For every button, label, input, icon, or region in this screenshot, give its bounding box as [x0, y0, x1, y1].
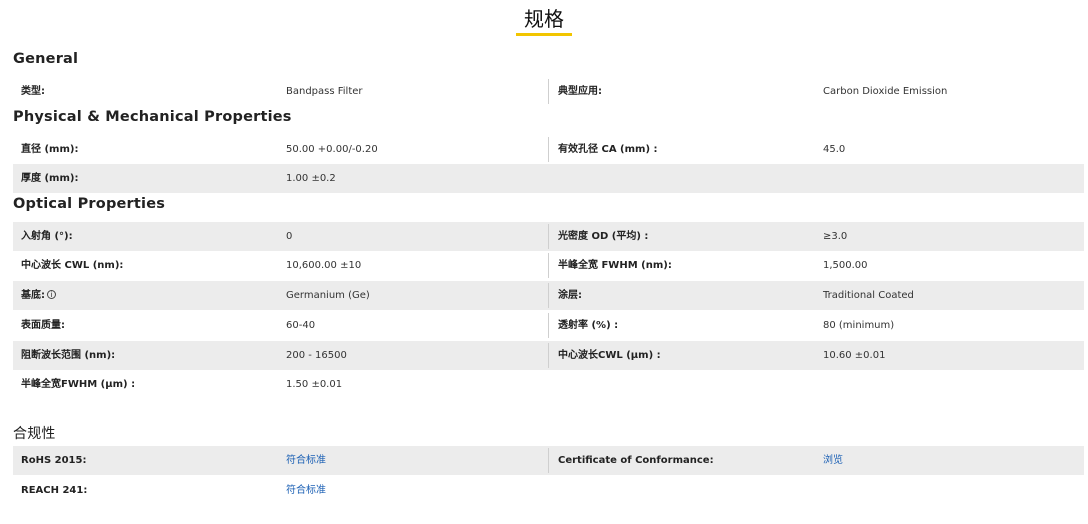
column-divider: [548, 79, 549, 104]
title-underline: [516, 33, 572, 36]
spec-row: RoHS 2015: 符合标准 Certificate of Conforman…: [13, 446, 1084, 475]
spec-label: REACH 241:: [21, 485, 88, 496]
spec-label: 半峰全宽FWHM (μm) :: [21, 379, 136, 390]
column-divider: [548, 448, 549, 473]
spec-label: Certificate of Conformance:: [558, 455, 714, 466]
spec-value: 10,600.00 ±10: [286, 260, 362, 271]
spec-row: 表面质量: 60-40 透射率 (%) : 80 (minimum): [13, 311, 1084, 340]
spec-row: 直径 (mm): 50.00 +0.00/-0.20 有效孔径 CA (mm) …: [13, 135, 1084, 164]
info-icon[interactable]: i: [47, 290, 56, 299]
spec-value: Traditional Coated: [823, 290, 914, 301]
spec-label: 厚度 (mm):: [21, 173, 79, 184]
spec-label: 表面质量:: [21, 320, 65, 331]
spec-row: 半峰全宽FWHM (μm) : 1.50 ±0.01: [13, 370, 1084, 399]
spec-value: 50.00 +0.00/-0.20: [286, 144, 378, 155]
spec-value: Carbon Dioxide Emission: [823, 86, 948, 97]
column-divider: [548, 313, 549, 338]
spec-value: 1,500.00: [823, 260, 868, 271]
spec-row: 厚度 (mm): 1.00 ±0.2: [13, 164, 1084, 193]
spec-label: 中心波长CWL (μm) :: [558, 350, 661, 361]
spec-row: 基底: i Germanium (Ge) 涂层: Traditional Coat…: [13, 281, 1084, 310]
spec-value: Germanium (Ge): [286, 290, 370, 301]
spec-row: 中心波长 CWL (nm): 10,600.00 ±10 半峰全宽 FWHM (…: [13, 251, 1084, 280]
spec-value: 45.0: [823, 144, 846, 155]
column-divider: [548, 343, 549, 368]
spec-value: 80 (minimum): [823, 320, 895, 331]
column-divider: [548, 137, 549, 162]
spec-value: Bandpass Filter: [286, 86, 363, 97]
column-divider: [548, 253, 549, 278]
rohs-compliance-link[interactable]: 符合标准: [286, 446, 326, 475]
spec-value: 200 - 16500: [286, 350, 347, 361]
section-title-compliance: 合规性: [13, 426, 56, 442]
certificate-view-link[interactable]: 浏览: [823, 446, 843, 475]
spec-label: 类型:: [21, 86, 45, 97]
spec-label: 中心波长 CWL (nm):: [21, 260, 124, 271]
spec-row: 阻断波长范围 (nm): 200 - 16500 中心波长CWL (μm) : …: [13, 341, 1084, 370]
spec-label: 直径 (mm):: [21, 144, 79, 155]
spec-row: 类型: Bandpass Filter 典型应用: Carbon Dioxide…: [13, 77, 1084, 106]
column-divider: [548, 224, 549, 249]
spec-label: 半峰全宽 FWHM (nm):: [558, 260, 672, 271]
spec-label: 基底:: [21, 290, 45, 301]
spec-label: 典型应用:: [558, 86, 602, 97]
section-title-general: General: [13, 51, 79, 67]
spec-label: 涂层:: [558, 290, 582, 301]
spec-value: 1.00 ±0.2: [286, 173, 336, 184]
spec-label-with-info: 基底: i: [21, 281, 56, 310]
spec-value: 1.50 ±0.01: [286, 379, 343, 390]
column-divider: [548, 283, 549, 308]
spec-label: 入射角 (°):: [21, 231, 73, 242]
spec-label: 光密度 OD (平均) :: [558, 231, 649, 242]
section-title-optical: Optical Properties: [13, 196, 166, 212]
spec-row: 入射角 (°): 0 光密度 OD (平均) : ≥3.0: [13, 222, 1084, 251]
spec-value: 10.60 ±0.01: [823, 350, 886, 361]
spec-value: ≥3.0: [823, 231, 848, 242]
spec-label: 阻断波长范围 (nm):: [21, 350, 116, 361]
reach-compliance-link[interactable]: 符合标准: [286, 476, 326, 505]
page-title: 规格: [524, 7, 564, 31]
spec-value: 0: [286, 231, 293, 242]
spec-row: REACH 241: 符合标准: [13, 476, 1084, 505]
spec-value: 60-40: [286, 320, 316, 331]
page-title-wrap: 规格: [0, 6, 1088, 36]
spec-label: RoHS 2015:: [21, 455, 87, 466]
spec-label: 有效孔径 CA (mm) :: [558, 144, 658, 155]
spec-label: 透射率 (%) :: [558, 320, 619, 331]
section-title-physical: Physical & Mechanical Properties: [13, 109, 292, 125]
